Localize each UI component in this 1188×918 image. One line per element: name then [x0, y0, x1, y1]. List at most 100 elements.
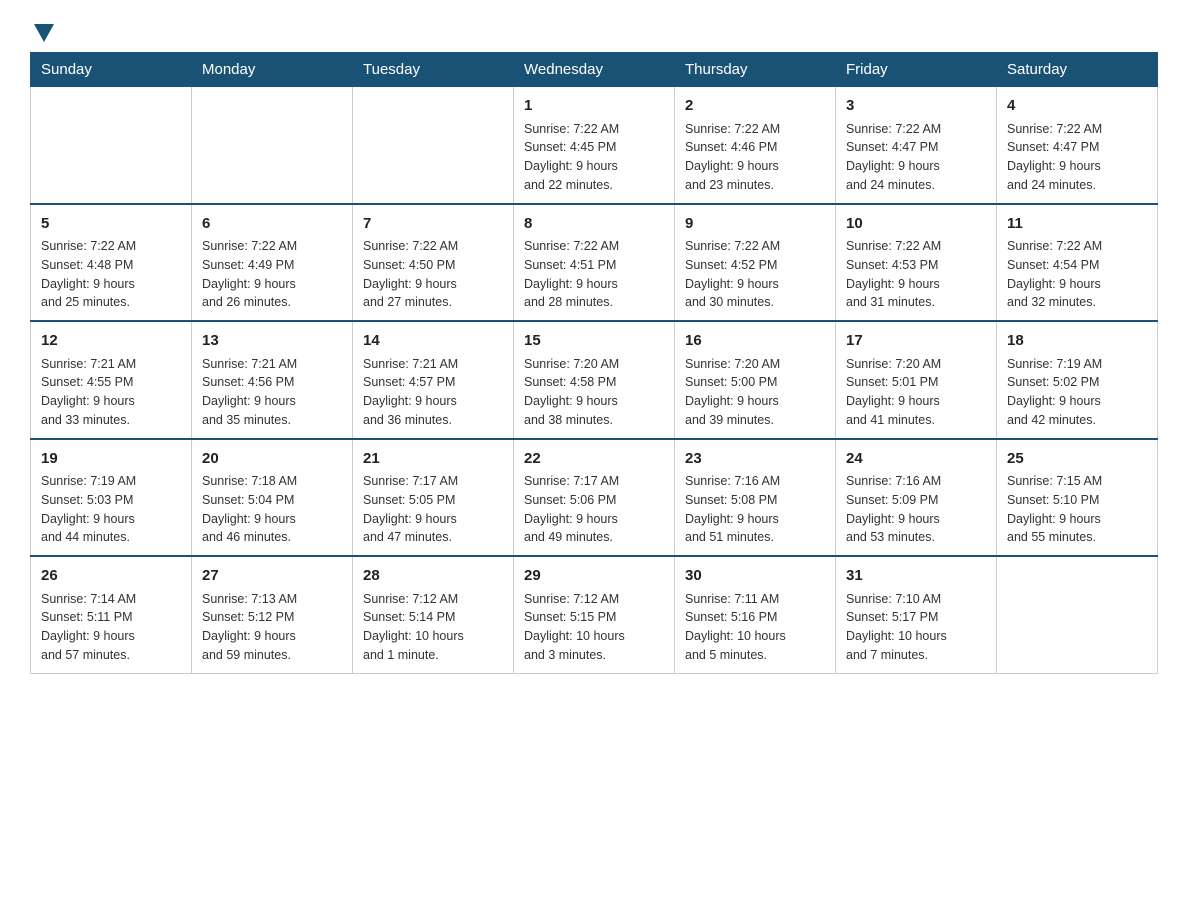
calendar-cell: 4Sunrise: 7:22 AM Sunset: 4:47 PM Daylig…: [997, 87, 1158, 204]
page-header: [30, 20, 1158, 42]
calendar-cell: [192, 87, 353, 204]
day-number: 23: [685, 448, 825, 471]
day-number: 7: [363, 213, 503, 236]
calendar-cell: 29Sunrise: 7:12 AM Sunset: 5:15 PM Dayli…: [514, 556, 675, 673]
day-info: Sunrise: 7:22 AM Sunset: 4:53 PM Dayligh…: [846, 237, 986, 312]
day-info: Sunrise: 7:12 AM Sunset: 5:14 PM Dayligh…: [363, 590, 503, 665]
logo: [30, 20, 54, 42]
calendar-cell: 19Sunrise: 7:19 AM Sunset: 5:03 PM Dayli…: [31, 439, 192, 557]
day-number: 20: [202, 448, 342, 471]
day-number: 1: [524, 95, 664, 118]
day-number: 28: [363, 565, 503, 588]
weekday-header-wednesday: Wednesday: [514, 53, 675, 87]
day-info: Sunrise: 7:22 AM Sunset: 4:49 PM Dayligh…: [202, 237, 342, 312]
weekday-header-monday: Monday: [192, 53, 353, 87]
day-number: 29: [524, 565, 664, 588]
calendar-cell: 20Sunrise: 7:18 AM Sunset: 5:04 PM Dayli…: [192, 439, 353, 557]
calendar-cell: 26Sunrise: 7:14 AM Sunset: 5:11 PM Dayli…: [31, 556, 192, 673]
day-number: 21: [363, 448, 503, 471]
day-number: 31: [846, 565, 986, 588]
day-info: Sunrise: 7:17 AM Sunset: 5:05 PM Dayligh…: [363, 472, 503, 547]
day-info: Sunrise: 7:22 AM Sunset: 4:47 PM Dayligh…: [1007, 120, 1147, 195]
calendar-cell: 12Sunrise: 7:21 AM Sunset: 4:55 PM Dayli…: [31, 321, 192, 439]
day-number: 8: [524, 213, 664, 236]
weekday-header-saturday: Saturday: [997, 53, 1158, 87]
day-info: Sunrise: 7:10 AM Sunset: 5:17 PM Dayligh…: [846, 590, 986, 665]
calendar-cell: 28Sunrise: 7:12 AM Sunset: 5:14 PM Dayli…: [353, 556, 514, 673]
day-number: 2: [685, 95, 825, 118]
calendar-cell: [997, 556, 1158, 673]
day-info: Sunrise: 7:21 AM Sunset: 4:56 PM Dayligh…: [202, 355, 342, 430]
calendar-cell: 21Sunrise: 7:17 AM Sunset: 5:05 PM Dayli…: [353, 439, 514, 557]
day-number: 13: [202, 330, 342, 353]
day-number: 16: [685, 330, 825, 353]
day-info: Sunrise: 7:19 AM Sunset: 5:02 PM Dayligh…: [1007, 355, 1147, 430]
day-number: 11: [1007, 213, 1147, 236]
day-info: Sunrise: 7:13 AM Sunset: 5:12 PM Dayligh…: [202, 590, 342, 665]
calendar-cell: 13Sunrise: 7:21 AM Sunset: 4:56 PM Dayli…: [192, 321, 353, 439]
day-number: 26: [41, 565, 181, 588]
calendar-cell: 8Sunrise: 7:22 AM Sunset: 4:51 PM Daylig…: [514, 204, 675, 322]
calendar-cell: 18Sunrise: 7:19 AM Sunset: 5:02 PM Dayli…: [997, 321, 1158, 439]
day-number: 12: [41, 330, 181, 353]
calendar-week-row: 5Sunrise: 7:22 AM Sunset: 4:48 PM Daylig…: [31, 204, 1158, 322]
weekday-header-thursday: Thursday: [675, 53, 836, 87]
day-number: 30: [685, 565, 825, 588]
day-info: Sunrise: 7:11 AM Sunset: 5:16 PM Dayligh…: [685, 590, 825, 665]
day-info: Sunrise: 7:19 AM Sunset: 5:03 PM Dayligh…: [41, 472, 181, 547]
day-info: Sunrise: 7:21 AM Sunset: 4:55 PM Dayligh…: [41, 355, 181, 430]
day-info: Sunrise: 7:14 AM Sunset: 5:11 PM Dayligh…: [41, 590, 181, 665]
weekday-header-row: SundayMondayTuesdayWednesdayThursdayFrid…: [31, 53, 1158, 87]
calendar-cell: 24Sunrise: 7:16 AM Sunset: 5:09 PM Dayli…: [836, 439, 997, 557]
calendar-cell: 10Sunrise: 7:22 AM Sunset: 4:53 PM Dayli…: [836, 204, 997, 322]
day-info: Sunrise: 7:20 AM Sunset: 5:00 PM Dayligh…: [685, 355, 825, 430]
calendar-cell: [31, 87, 192, 204]
day-number: 25: [1007, 448, 1147, 471]
calendar-cell: 22Sunrise: 7:17 AM Sunset: 5:06 PM Dayli…: [514, 439, 675, 557]
day-number: 4: [1007, 95, 1147, 118]
calendar-cell: 1Sunrise: 7:22 AM Sunset: 4:45 PM Daylig…: [514, 87, 675, 204]
day-number: 6: [202, 213, 342, 236]
day-number: 15: [524, 330, 664, 353]
logo-triangle-icon: [34, 24, 54, 42]
calendar-week-row: 12Sunrise: 7:21 AM Sunset: 4:55 PM Dayli…: [31, 321, 1158, 439]
day-info: Sunrise: 7:21 AM Sunset: 4:57 PM Dayligh…: [363, 355, 503, 430]
day-info: Sunrise: 7:22 AM Sunset: 4:52 PM Dayligh…: [685, 237, 825, 312]
day-info: Sunrise: 7:22 AM Sunset: 4:54 PM Dayligh…: [1007, 237, 1147, 312]
calendar-cell: 30Sunrise: 7:11 AM Sunset: 5:16 PM Dayli…: [675, 556, 836, 673]
day-number: 22: [524, 448, 664, 471]
day-number: 9: [685, 213, 825, 236]
day-number: 14: [363, 330, 503, 353]
weekday-header-friday: Friday: [836, 53, 997, 87]
day-info: Sunrise: 7:22 AM Sunset: 4:48 PM Dayligh…: [41, 237, 181, 312]
day-number: 18: [1007, 330, 1147, 353]
calendar-cell: 23Sunrise: 7:16 AM Sunset: 5:08 PM Dayli…: [675, 439, 836, 557]
day-info: Sunrise: 7:17 AM Sunset: 5:06 PM Dayligh…: [524, 472, 664, 547]
calendar-cell: 6Sunrise: 7:22 AM Sunset: 4:49 PM Daylig…: [192, 204, 353, 322]
calendar-week-row: 26Sunrise: 7:14 AM Sunset: 5:11 PM Dayli…: [31, 556, 1158, 673]
day-info: Sunrise: 7:20 AM Sunset: 5:01 PM Dayligh…: [846, 355, 986, 430]
calendar-cell: 2Sunrise: 7:22 AM Sunset: 4:46 PM Daylig…: [675, 87, 836, 204]
calendar-cell: 15Sunrise: 7:20 AM Sunset: 4:58 PM Dayli…: [514, 321, 675, 439]
day-number: 27: [202, 565, 342, 588]
calendar-week-row: 19Sunrise: 7:19 AM Sunset: 5:03 PM Dayli…: [31, 439, 1158, 557]
day-info: Sunrise: 7:22 AM Sunset: 4:45 PM Dayligh…: [524, 120, 664, 195]
calendar-table: SundayMondayTuesdayWednesdayThursdayFrid…: [30, 52, 1158, 674]
day-info: Sunrise: 7:15 AM Sunset: 5:10 PM Dayligh…: [1007, 472, 1147, 547]
day-info: Sunrise: 7:22 AM Sunset: 4:50 PM Dayligh…: [363, 237, 503, 312]
day-number: 24: [846, 448, 986, 471]
calendar-week-row: 1Sunrise: 7:22 AM Sunset: 4:45 PM Daylig…: [31, 87, 1158, 204]
calendar-cell: 27Sunrise: 7:13 AM Sunset: 5:12 PM Dayli…: [192, 556, 353, 673]
day-info: Sunrise: 7:12 AM Sunset: 5:15 PM Dayligh…: [524, 590, 664, 665]
calendar-cell: 9Sunrise: 7:22 AM Sunset: 4:52 PM Daylig…: [675, 204, 836, 322]
calendar-cell: 3Sunrise: 7:22 AM Sunset: 4:47 PM Daylig…: [836, 87, 997, 204]
day-number: 5: [41, 213, 181, 236]
day-number: 19: [41, 448, 181, 471]
calendar-cell: 5Sunrise: 7:22 AM Sunset: 4:48 PM Daylig…: [31, 204, 192, 322]
calendar-cell: 16Sunrise: 7:20 AM Sunset: 5:00 PM Dayli…: [675, 321, 836, 439]
day-info: Sunrise: 7:18 AM Sunset: 5:04 PM Dayligh…: [202, 472, 342, 547]
calendar-cell: 31Sunrise: 7:10 AM Sunset: 5:17 PM Dayli…: [836, 556, 997, 673]
calendar-cell: [353, 87, 514, 204]
calendar-cell: 17Sunrise: 7:20 AM Sunset: 5:01 PM Dayli…: [836, 321, 997, 439]
day-info: Sunrise: 7:22 AM Sunset: 4:51 PM Dayligh…: [524, 237, 664, 312]
